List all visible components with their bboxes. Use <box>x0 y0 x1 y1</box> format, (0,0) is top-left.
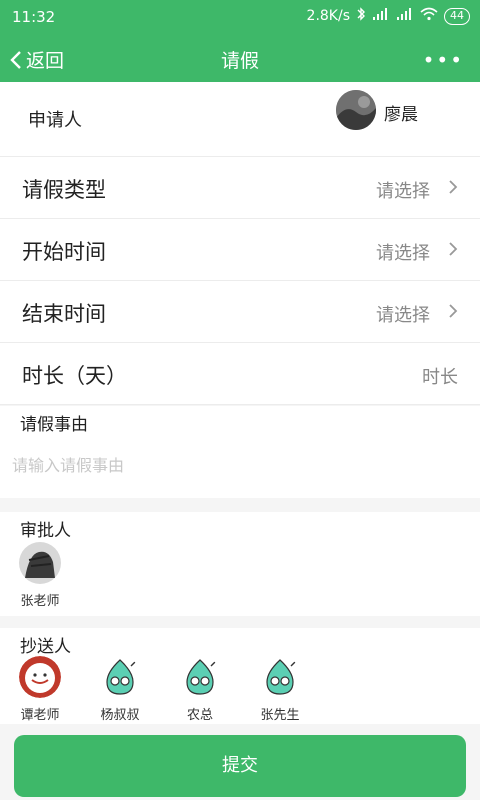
field-label: 时长（天） <box>22 364 127 388</box>
reason-section: 请假事由 <box>0 406 480 498</box>
field-value: 请选择 <box>376 305 430 326</box>
approver-person[interactable]: 张老师 <box>10 542 70 609</box>
status-time: 11:32 <box>12 8 56 26</box>
nav-bar: 返回 请假 ••• <box>0 34 480 82</box>
chevron-right-icon <box>449 242 458 256</box>
reason-input[interactable] <box>12 456 452 475</box>
cc-label: 抄送人 <box>20 637 71 657</box>
person-name: 张老师 <box>20 594 60 609</box>
field-value: 时长 <box>422 367 458 388</box>
cc-person[interactable]: 农总 <box>170 656 230 723</box>
person-name: 谭老师 <box>20 708 60 723</box>
applicant-name: 廖晨 <box>384 105 418 125</box>
battery-icon: 44 <box>444 7 470 25</box>
signal-icon <box>372 7 390 25</box>
approver-label: 审批人 <box>20 521 71 541</box>
person-name: 农总 <box>186 708 213 723</box>
signal-icon-2 <box>396 7 414 25</box>
field-end-time[interactable]: 结束时间 请选择 <box>0 281 480 343</box>
cc-person[interactable]: 杨叔叔 <box>90 656 150 723</box>
chevron-right-icon <box>449 180 458 194</box>
cc-person[interactable]: 谭老师 <box>10 656 70 723</box>
wifi-icon <box>420 7 438 25</box>
avatar <box>179 656 221 698</box>
page-title: 请假 <box>220 50 259 72</box>
status-bar: 11:32 2.8K/s 44 <box>0 0 480 34</box>
avatar <box>19 542 61 584</box>
cc-person[interactable]: 张先生 <box>250 656 310 723</box>
applicant-row: 申请人 廖晨 <box>0 82 480 157</box>
person-name: 张先生 <box>260 708 300 723</box>
net-speed: 2.8K/s <box>306 8 350 24</box>
avatar <box>19 656 61 698</box>
field-label: 开始时间 <box>22 240 106 264</box>
field-leave-type[interactable]: 请假类型 请选择 <box>0 157 480 219</box>
field-duration[interactable]: 时长（天） 时长 <box>0 343 480 405</box>
applicant-avatar <box>336 90 376 130</box>
reason-label: 请假事由 <box>20 415 88 435</box>
status-icons: 2.8K/s 44 <box>307 7 470 25</box>
more-button[interactable]: ••• <box>423 48 464 72</box>
field-label: 结束时间 <box>22 302 106 326</box>
field-start-time[interactable]: 开始时间 请选择 <box>0 219 480 281</box>
field-label: 请假类型 <box>22 178 106 202</box>
person-name: 杨叔叔 <box>100 708 140 723</box>
chevron-right-icon <box>449 304 458 318</box>
submit-button[interactable]: 提交 <box>14 735 466 797</box>
applicant-label: 申请人 <box>28 110 82 131</box>
bluetooth-icon <box>356 7 366 25</box>
avatar <box>259 656 301 698</box>
cc-section: 抄送人 谭老师 杨叔叔 农总 张先生 <box>0 628 480 724</box>
field-value: 请选择 <box>376 181 430 202</box>
field-value: 请选择 <box>376 243 430 264</box>
approver-section: 审批人 张老师 <box>0 512 480 616</box>
avatar <box>99 656 141 698</box>
